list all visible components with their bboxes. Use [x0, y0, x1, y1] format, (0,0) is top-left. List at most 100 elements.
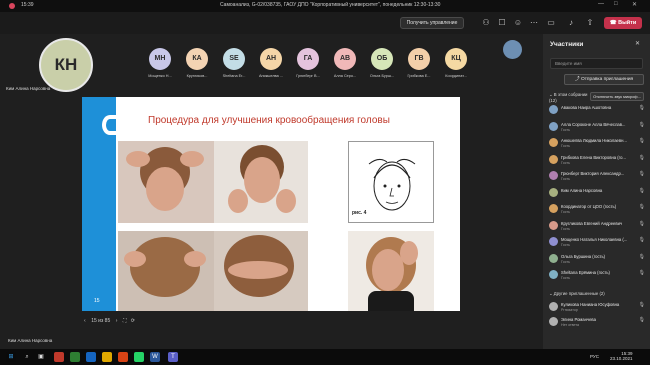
participant-row-name: Ольга Буршина (гость) — [561, 253, 606, 259]
leave-button[interactable]: ☎ Выйти — [604, 17, 642, 29]
participant-row[interactable]: Мощенко Наталья Николаевна (... Гость 🎙 — [549, 236, 645, 250]
app-icon-2[interactable] — [70, 352, 80, 362]
mic-muted-icon: 🎙 — [638, 237, 645, 243]
participant-avatar-name: Грюнберг В... — [296, 74, 320, 78]
os-taskbar — [0, 349, 650, 365]
participant-row-avatar — [549, 253, 558, 263]
participant-avatar-name: Алла Серо... — [333, 74, 357, 78]
camera-off-icon[interactable]: ▭ — [545, 17, 557, 29]
panel-close-icon[interactable]: ✕ — [635, 40, 640, 47]
reactions-icon[interactable]: ☺ — [512, 17, 524, 29]
presenter-name: Ким Алина Нарсовна — [8, 338, 53, 343]
main-speaker-avatar: КН — [39, 38, 93, 92]
mic-muted-icon: 🎙 — [638, 138, 645, 144]
main-speaker-name: Ким Алина Нарсовна — [6, 86, 51, 91]
app-icon-3[interactable] — [86, 352, 96, 362]
participant-avatar-name: Кругликов... — [186, 74, 208, 78]
figure-label: рис. 4 — [352, 210, 367, 216]
mic-muted-icon: 🎙 — [638, 105, 645, 111]
participant-row-name: Грибкова Елена Викторовна (го... — [561, 154, 626, 160]
in-meeting-header[interactable]: ⌄ В этом собрании (12) — [549, 92, 587, 103]
mic-muted-icon: 🎙 — [638, 121, 645, 128]
participant-row-avatar — [549, 121, 558, 131]
participant-row[interactable]: Анюшелва Людмила Николаевн... Гость 🎙 — [549, 137, 645, 151]
participant-avatar-name: Ольга Бурш... — [369, 74, 395, 78]
participant-row-name: Куликова Наниана Юсуфовна — [561, 302, 620, 307]
participants-icon[interactable]: ⚇ — [480, 17, 492, 29]
participant-avatar: SE — [223, 48, 245, 70]
mute-all-button[interactable]: Отключить звук микроф... — [590, 92, 644, 101]
slide-number: 15 — [94, 298, 100, 304]
sketch-figure-4: рис. 4 — [348, 141, 434, 223]
participant-search-input[interactable]: Введите имя — [550, 58, 643, 69]
participant-row[interactable]: Грюнберг Виктория Александр... Гость 🎙 — [549, 170, 645, 184]
app-icon-1[interactable] — [54, 352, 64, 362]
participant-row-name: Ким Алина Нарсовна — [561, 187, 603, 193]
phone-icon: ☎ — [609, 20, 619, 26]
window-title: Самоанализ, G-02/038735, ГАОУ ДПО "Корпо… — [220, 2, 441, 8]
leave-label: Выйти — [618, 20, 637, 26]
chat-icon[interactable]: ☐ — [496, 17, 508, 29]
app-icon-4[interactable] — [102, 352, 112, 362]
take-control-button[interactable]: Получить управление — [400, 17, 464, 29]
start-icon[interactable]: ⊞ — [6, 352, 16, 362]
participant-row-avatar — [549, 105, 558, 114]
mic-muted-icon: 🎙 — [638, 171, 645, 177]
next-slide-icon[interactable]: › — [116, 318, 118, 324]
participant-row-avatar — [549, 187, 558, 197]
taskview-icon[interactable]: ▣ — [36, 352, 46, 362]
more-icon[interactable]: ⋯ — [528, 17, 540, 29]
participant-avatar: ОБ — [371, 48, 393, 70]
prev-slide-icon[interactable]: ‹ — [84, 318, 86, 324]
mic-muted-icon: 🎙 — [638, 317, 645, 323]
participant-row-avatar — [549, 220, 558, 230]
participant-avatar-name: Координат... — [445, 74, 467, 78]
fullscreen-icon[interactable]: ⛶ — [123, 318, 127, 324]
participant-row-name: Кругликова Евгений Андреевич — [561, 220, 623, 226]
recording-icon — [9, 3, 15, 9]
participant-row[interactable]: Координатор от ЦОО (гость) Гость 🎙 — [549, 203, 645, 217]
participant-row[interactable]: Ольга Буршина (гость) Гость 🎙 — [549, 253, 645, 267]
search-icon[interactable]: ⌕ — [22, 352, 32, 362]
participant-row-name: Алла Сороконе Алла Вячеслав... — [561, 121, 626, 127]
participant-row[interactable]: Алла Сороконе Алла Вячеслав... Гость 🎙 — [549, 121, 645, 135]
participant-row[interactable]: Элина Романчева Нет ответа 🎙 — [549, 316, 645, 330]
meeting-time: 15:39 — [21, 2, 34, 8]
photo-massage-5 — [348, 231, 434, 311]
close-window-button[interactable]: ✕ — [632, 1, 637, 8]
participant-avatar: КА — [186, 48, 208, 70]
participant-row-avatar — [549, 302, 558, 311]
whatsapp-icon[interactable] — [134, 352, 144, 362]
participant-row[interactable]: Грибкова Елена Викторовна (го... Гость 🎙 — [549, 154, 645, 168]
share-screen-icon[interactable]: ⇧ — [584, 17, 596, 29]
others-header[interactable]: ⌄ Другие приглашенные (2) — [549, 291, 605, 297]
participant-row[interactable]: Куликова Наниана Юсуфовна Ргпизатор 🎙 — [549, 301, 645, 315]
app-icon-5[interactable] — [118, 352, 128, 362]
shared-slide: 15 Процедура для улучшения кровообращени… — [82, 97, 460, 311]
mic-muted-icon: 🎙 — [638, 154, 645, 161]
photo-massage-4 — [214, 231, 308, 311]
send-invite-button[interactable]: ⤴ Отправка приглашения — [564, 74, 644, 85]
panel-title: Участники — [550, 41, 584, 48]
mic-off-icon[interactable]: ♪ — [565, 17, 577, 29]
mic-muted-icon: 🎙 — [638, 253, 645, 260]
participant-avatar: ГВ — [408, 48, 430, 70]
participant-row[interactable]: Авакова Наира Ашотовна 🎙 — [549, 104, 645, 118]
participant-row-role: Гость — [561, 144, 571, 148]
tray-clock[interactable]: 15:39 23.10.2021 — [610, 351, 633, 361]
participant-row-role: Нет ответа — [561, 323, 580, 327]
word-icon[interactable]: W — [150, 352, 160, 362]
participant-avatar: АН — [260, 48, 282, 70]
participant-row[interactable]: Ким Алина Нарсовна 🎙 — [549, 187, 645, 201]
minimize-button[interactable]: — — [598, 1, 604, 7]
participant-row[interactable]: Sheltana Ерёмина (гость) Гость 🎙 — [549, 269, 645, 283]
keyboard-language[interactable]: РУС — [590, 354, 599, 359]
window-titlebar: 15:39 Самоанализ, G-02/038735, ГАОУ ДПО … — [0, 0, 650, 12]
participant-row-avatar — [549, 237, 558, 246]
sync-icon[interactable]: ⟳ — [131, 318, 135, 324]
participant-row[interactable]: Кругликова Евгений Андреевич Гость 🎙 — [549, 220, 645, 234]
teams-icon[interactable]: T — [168, 352, 178, 362]
maximize-button[interactable]: □ — [614, 1, 618, 7]
participant-row-role: Гость — [561, 160, 571, 165]
participant-avatar: АВ — [334, 48, 356, 70]
